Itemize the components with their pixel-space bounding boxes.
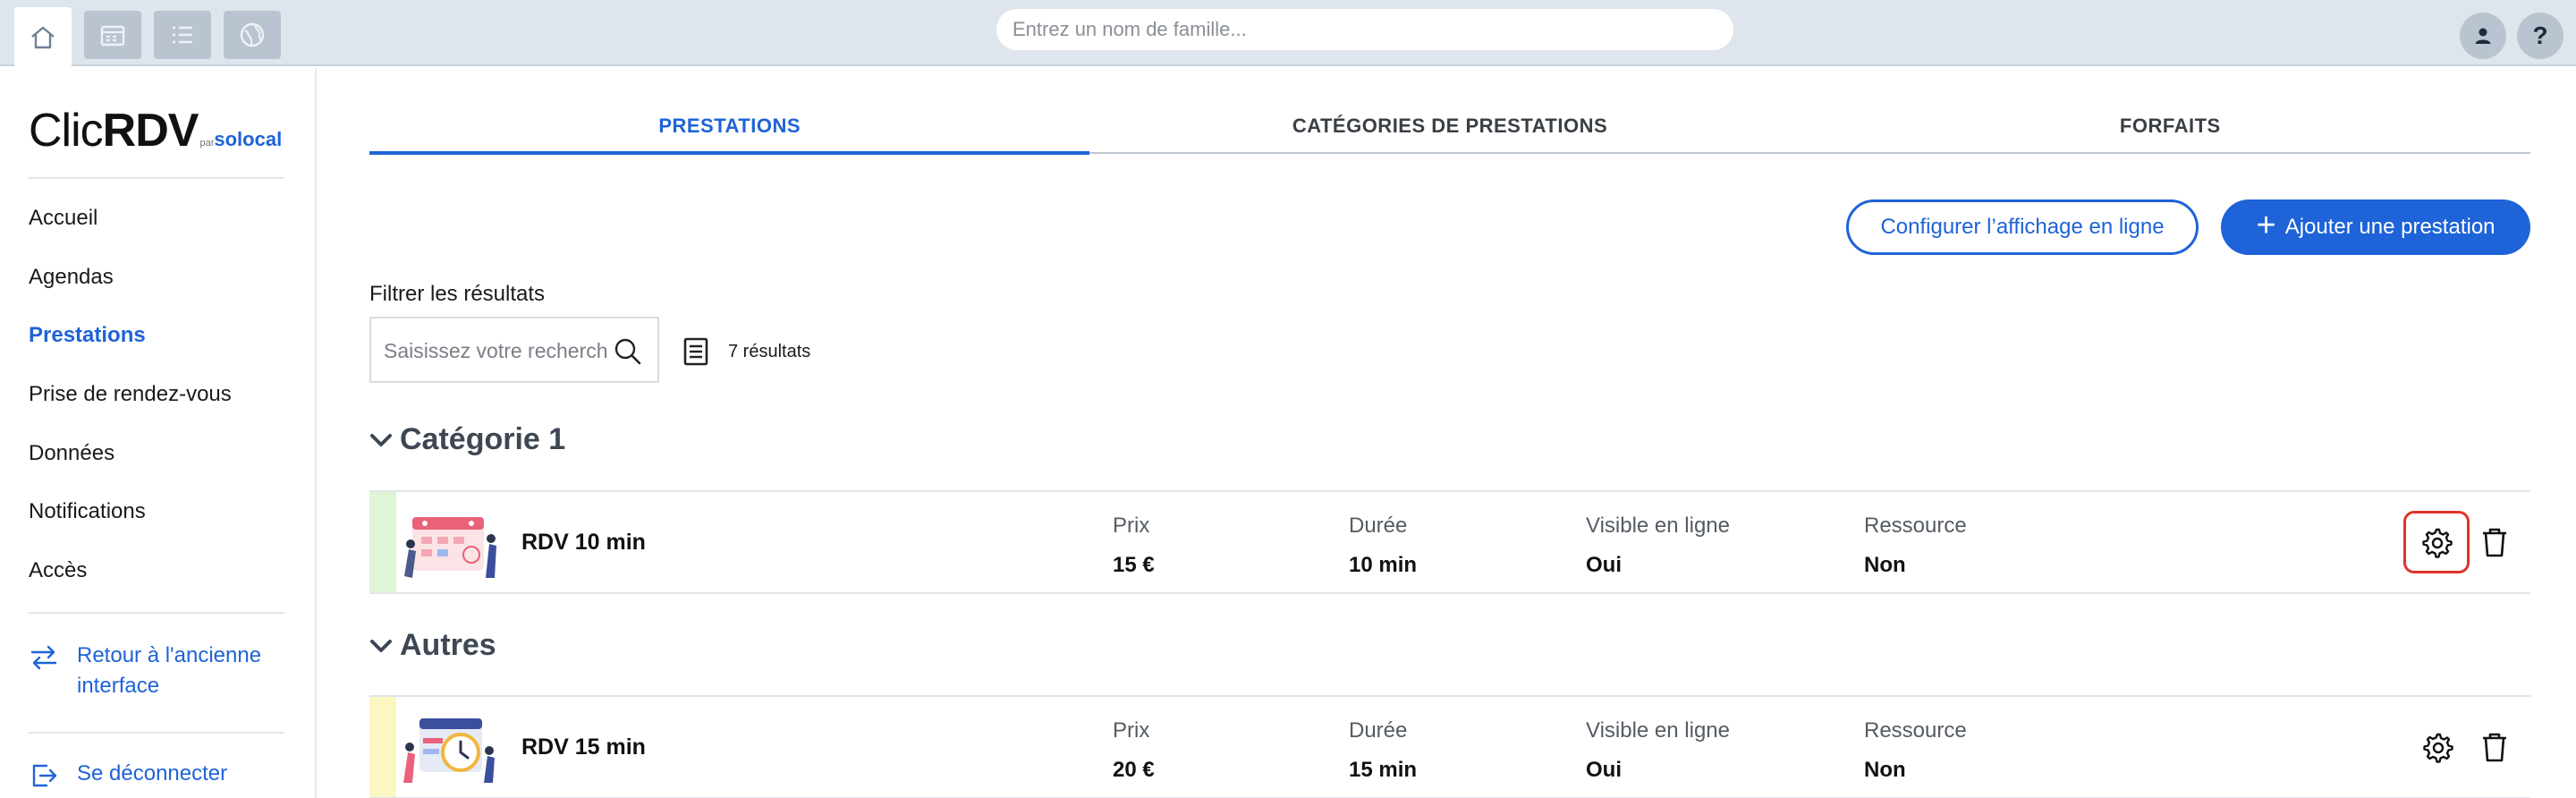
delete-button[interactable] — [2473, 726, 2516, 768]
category-header-autres[interactable]: Autres — [369, 628, 496, 663]
globe-button[interactable] — [224, 11, 281, 59]
top-bar: ? — [0, 0, 2576, 68]
filter-search-box — [369, 317, 659, 383]
plus-icon: + — [2256, 207, 2276, 244]
configure-online-display-button[interactable]: Configurer l’affichage en ligne — [1846, 200, 2199, 255]
category-color-strip — [369, 492, 396, 592]
resource-column: Ressource Non — [1864, 718, 1967, 782]
tab-forfaits[interactable]: FORFAITS — [1810, 115, 2530, 152]
category-color-strip — [369, 697, 396, 797]
calendar-button[interactable] — [84, 11, 141, 59]
prestations-tabs: PRESTATIONS CATÉGORIES DE PRESTATIONS FO… — [369, 115, 2530, 155]
clock-illustration-icon — [403, 718, 495, 783]
sidebar-item-acces[interactable]: Accès — [29, 558, 87, 583]
document-list-icon — [683, 337, 708, 366]
clicrdv-logo: ClicRDV parsolocal — [29, 105, 283, 157]
trash-icon — [2483, 733, 2506, 762]
settings-button[interactable] — [2403, 511, 2470, 573]
sidebar-divider — [29, 612, 284, 614]
gear-icon — [2422, 528, 2453, 558]
sidebar-item-prestations[interactable]: Prestations — [29, 323, 146, 348]
family-name-search-input[interactable] — [996, 9, 1733, 50]
chevron-down-icon — [370, 433, 392, 446]
sidebar-item-accueil[interactable]: Accueil — [29, 206, 97, 231]
price-column: Prix 20 € — [1113, 718, 1155, 782]
logout-link[interactable]: Se déconnecter — [29, 759, 227, 791]
duration-column: Durée 15 min — [1349, 718, 1418, 782]
resource-column: Ressource Non — [1864, 514, 1967, 577]
sidebar-item-agendas[interactable]: Agendas — [29, 265, 114, 290]
sidebar: ClicRDV parsolocal Accueil Agendas Presta… — [0, 68, 317, 798]
prestation-row: RDV 10 min Prix 15 € Durée 10 min Visibl… — [369, 490, 2530, 594]
settings-button[interactable] — [2416, 726, 2459, 768]
list-icon — [173, 26, 192, 44]
home-button[interactable] — [14, 7, 72, 68]
filter-search-input[interactable] — [384, 335, 607, 367]
tab-prestations[interactable]: PRESTATIONS — [369, 115, 1090, 155]
delete-button[interactable] — [2473, 521, 2516, 564]
filter-label: Filtrer les résultats — [369, 282, 546, 306]
trash-icon — [2483, 528, 2506, 557]
logout-icon — [32, 764, 57, 787]
swap-arrows-icon — [30, 645, 57, 670]
chevron-down-icon — [370, 639, 392, 652]
list-button[interactable] — [154, 11, 211, 59]
sidebar-item-prise-de-rendez-vous[interactable]: Prise de rendez-vous — [29, 382, 232, 407]
help-button[interactable]: ? — [2517, 13, 2563, 59]
category-header-categorie-1[interactable]: Catégorie 1 — [369, 422, 565, 457]
sidebar-divider — [29, 732, 284, 734]
home-icon — [31, 26, 55, 49]
prestation-name: RDV 15 min — [521, 734, 646, 760]
prestation-row: RDV 15 min Prix 20 € Durée 15 min Visibl… — [369, 695, 2530, 798]
gear-icon — [2423, 733, 2453, 763]
price-column: Prix 15 € — [1113, 514, 1155, 577]
globe-icon — [240, 22, 265, 47]
calendar-icon — [100, 25, 125, 47]
add-prestation-button[interactable]: + Ajouter une prestation — [2221, 200, 2530, 255]
prestation-name: RDV 10 min — [521, 530, 646, 555]
sidebar-item-notifications[interactable]: Notifications — [29, 499, 146, 524]
user-icon — [2475, 28, 2491, 44]
calendar-illustration-icon — [404, 517, 496, 578]
back-to-old-interface-link[interactable]: Retour à l'ancienne interface — [29, 641, 279, 701]
search-icon[interactable] — [613, 336, 643, 367]
results-count: 7 résultats — [682, 336, 810, 367]
sidebar-item-donnees[interactable]: Données — [29, 441, 114, 466]
sidebar-divider — [29, 177, 284, 179]
tab-categories-de-prestations[interactable]: CATÉGORIES DE PRESTATIONS — [1089, 115, 1809, 152]
visible-online-column: Visible en ligne Oui — [1586, 514, 1731, 577]
user-account-button[interactable] — [2460, 13, 2506, 59]
visible-online-column: Visible en ligne Oui — [1586, 718, 1731, 782]
duration-column: Durée 10 min — [1349, 514, 1418, 577]
